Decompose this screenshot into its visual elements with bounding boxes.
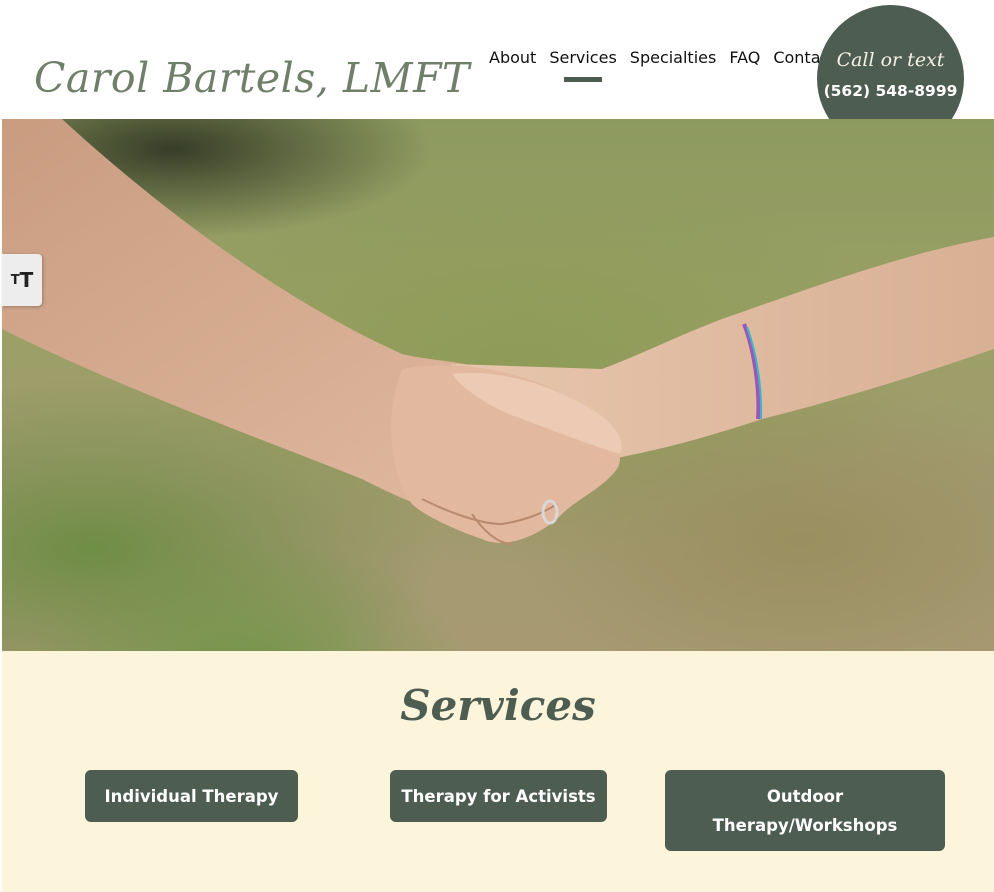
- site-logo[interactable]: Carol Bartels, LMFT: [34, 54, 470, 102]
- hero-image: [2, 119, 994, 651]
- nav-faq[interactable]: FAQ: [729, 48, 760, 67]
- call-label: Call or text: [836, 49, 945, 71]
- services-heading: Services: [400, 681, 596, 730]
- handshake-illustration: [2, 119, 994, 545]
- therapy-for-activists-button[interactable]: Therapy for Activists: [390, 770, 607, 822]
- nav-services[interactable]: Services: [549, 48, 617, 82]
- main-nav: About Services Specialties FAQ Contact: [489, 48, 849, 82]
- phone-number[interactable]: (562) 548-8999: [817, 82, 964, 100]
- text-size-icon-large: T: [19, 268, 34, 292]
- text-size-toggle[interactable]: TT: [2, 254, 42, 306]
- individual-therapy-button[interactable]: Individual Therapy: [85, 770, 298, 822]
- nav-about[interactable]: About: [489, 48, 536, 67]
- outdoor-therapy-workshops-button[interactable]: Outdoor Therapy/Workshops: [665, 770, 945, 851]
- services-section: Services Individual Therapy Therapy for …: [2, 651, 994, 892]
- site-header: Carol Bartels, LMFT About Services Speci…: [0, 0, 994, 152]
- text-size-icon: T: [10, 272, 20, 288]
- nav-specialties[interactable]: Specialties: [630, 48, 717, 67]
